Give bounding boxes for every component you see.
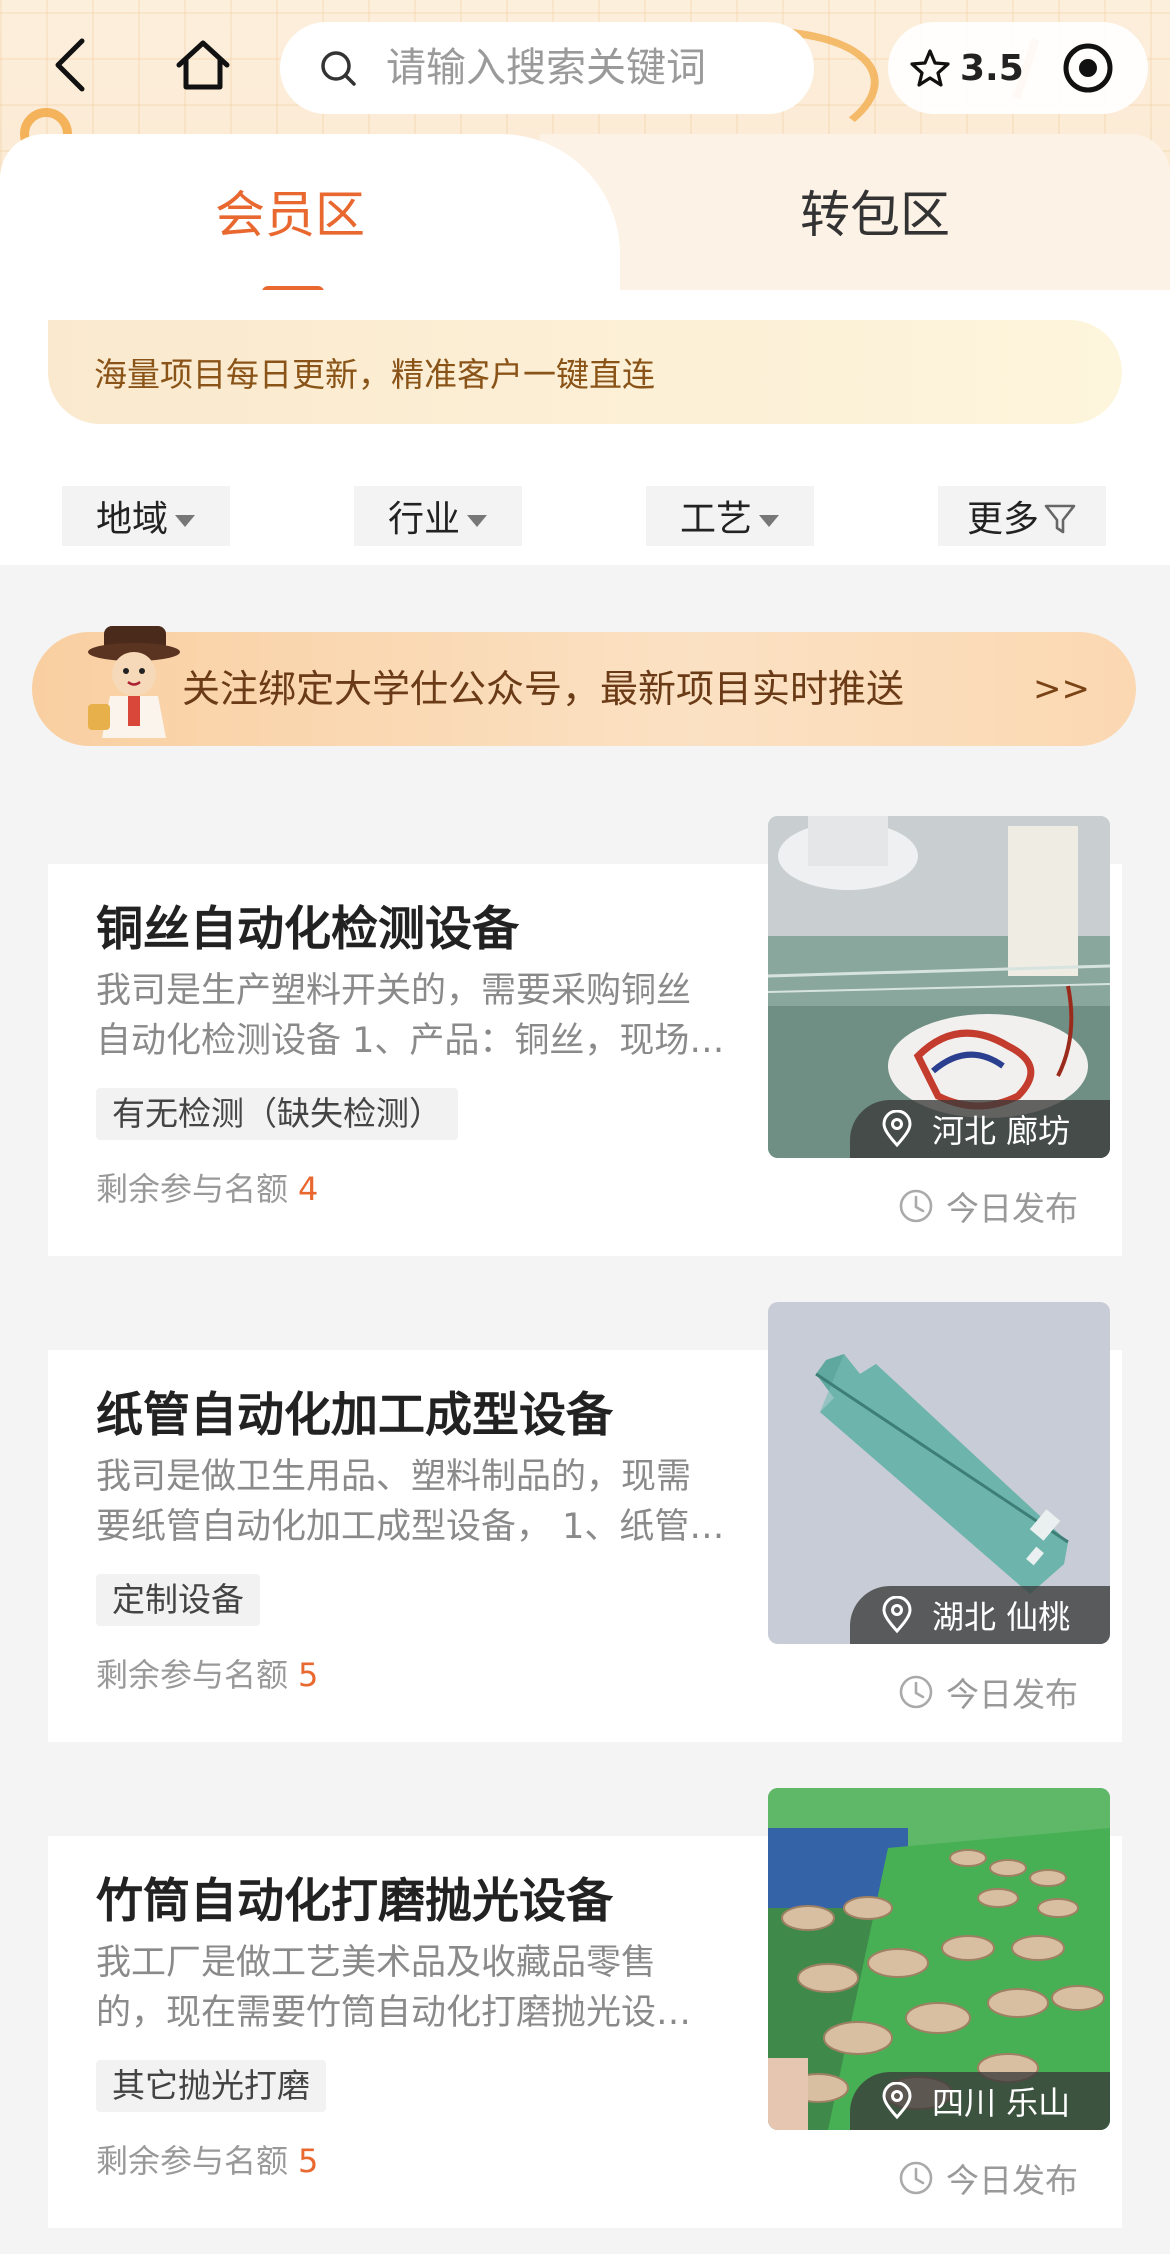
project-card[interactable]: 铜丝自动化检测设备 我司是生产塑料开关的，需要采购铜丝 自动化检测设备 1、产品… bbox=[48, 816, 1122, 1256]
project-card[interactable]: 纸管自动化加工成型设备 我司是做卫生用品、塑料制品的，现需 要纸管自动化加工成型… bbox=[48, 1302, 1122, 1742]
miniapp-capsule: 3.5 bbox=[888, 22, 1148, 114]
follow-official-account-banner[interactable]: 关注绑定大学仕公众号，最新项目实时推送 >> bbox=[32, 626, 1136, 746]
location-text: 湖北 仙桃 bbox=[932, 1598, 1071, 1636]
remaining-quota: 剩余参与名额 4 bbox=[96, 1164, 318, 1210]
location-text: 四川 乐山 bbox=[932, 2084, 1071, 2122]
project-title: 纸管自动化加工成型设备 bbox=[96, 1388, 613, 1443]
quota-number: 4 bbox=[298, 1170, 319, 1208]
filter-industry[interactable]: 行业 bbox=[354, 486, 522, 546]
mascot-icon bbox=[88, 626, 180, 738]
location-pin-icon bbox=[882, 1110, 912, 1148]
tab-member-zone[interactable]: 会员区 bbox=[120, 160, 460, 270]
promo-arrow: >> bbox=[1033, 669, 1090, 709]
project-title: 竹筒自动化打磨抛光设备 bbox=[96, 1874, 613, 1929]
quota-label: 剩余参与名额 bbox=[96, 2142, 289, 2180]
project-description: 我工厂是做工艺美术品及收藏品零售 的，现在需要竹筒自动化打磨抛光设… bbox=[96, 1938, 736, 2038]
project-image[interactable]: 湖北 仙桃 bbox=[768, 1302, 1110, 1644]
project-description: 我司是生产塑料开关的，需要采购铜丝 自动化检测设备 1、产品：铜丝，现场… bbox=[96, 966, 736, 1066]
filter-label: 更多 bbox=[966, 499, 1039, 540]
quota-label: 剩余参与名额 bbox=[96, 1170, 289, 1208]
project-description-line: 我工厂是做工艺美术品及收藏品零售 bbox=[96, 1943, 657, 1983]
publish-label: 今日发布 bbox=[946, 2161, 1078, 2200]
project-description-line: 我司是生产塑料开关的，需要采购铜丝 bbox=[96, 971, 692, 1011]
filter-more[interactable]: 更多 bbox=[938, 486, 1106, 546]
notice-text: 海量项目每日更新，精准客户一键直连 bbox=[94, 355, 655, 394]
publish-time: 今日发布 bbox=[898, 1668, 1078, 1716]
project-description-line: 要纸管自动化加工成型设备， 1、纸管… bbox=[96, 1507, 725, 1547]
location-badge: 四川 乐山 bbox=[850, 2072, 1110, 2130]
filter-label: 行业 bbox=[387, 499, 460, 540]
project-image[interactable]: 四川 乐山 bbox=[768, 1788, 1110, 2130]
location-badge: 湖北 仙桃 bbox=[850, 1586, 1110, 1644]
remaining-quota: 剩余参与名额 5 bbox=[96, 1650, 318, 1696]
star-icon[interactable] bbox=[910, 48, 950, 88]
search-input[interactable] bbox=[386, 45, 746, 91]
location-text: 河北 廊坊 bbox=[932, 1112, 1071, 1150]
filter-region[interactable]: 地域 bbox=[62, 486, 230, 546]
rating-value: 3.5 bbox=[960, 47, 1024, 89]
quota-number: 5 bbox=[298, 2142, 319, 2180]
notice-bar: 海量项目每日更新，精准客户一键直连 bbox=[48, 320, 1122, 424]
publish-time: 今日发布 bbox=[898, 1182, 1078, 1230]
location-badge: 河北 廊坊 bbox=[850, 1100, 1110, 1158]
close-miniapp-icon[interactable] bbox=[1062, 42, 1114, 94]
project-tag: 定制设备 bbox=[96, 1574, 260, 1626]
project-tag: 其它抛光打磨 bbox=[96, 2060, 326, 2112]
filter-process[interactable]: 工艺 bbox=[646, 486, 814, 546]
project-tag: 有无检测（缺失检测） bbox=[96, 1088, 458, 1140]
search-box[interactable] bbox=[280, 22, 814, 114]
clock-icon bbox=[899, 2161, 933, 2195]
filter-bar: 地域 行业 工艺 更多 bbox=[62, 486, 1108, 546]
home-button[interactable] bbox=[168, 30, 238, 100]
project-image[interactable]: 河北 廊坊 bbox=[768, 816, 1110, 1158]
back-button[interactable] bbox=[40, 30, 100, 100]
publish-label: 今日发布 bbox=[946, 1189, 1078, 1228]
chevron-left-icon bbox=[55, 38, 85, 92]
caret-down-icon bbox=[175, 515, 195, 527]
publish-label: 今日发布 bbox=[946, 1675, 1078, 1714]
caret-down-icon bbox=[467, 515, 487, 527]
clock-icon bbox=[899, 1189, 933, 1223]
quota-number: 5 bbox=[298, 1656, 319, 1694]
caret-down-icon bbox=[759, 515, 779, 527]
search-icon bbox=[321, 51, 356, 86]
project-title: 铜丝自动化检测设备 bbox=[96, 902, 519, 957]
location-pin-icon bbox=[882, 1596, 912, 1634]
project-description-line: 我司是做卫生用品、塑料制品的，现需 bbox=[96, 1457, 692, 1497]
remaining-quota: 剩余参与名额 5 bbox=[96, 2136, 318, 2182]
clock-icon bbox=[899, 1675, 933, 1709]
project-description-line: 的，现在需要竹筒自动化打磨抛光设… bbox=[96, 1993, 692, 2033]
promo-text: 关注绑定大学仕公众号，最新项目实时推送 bbox=[182, 667, 905, 711]
filter-label: 地域 bbox=[95, 499, 168, 540]
filter-icon bbox=[1044, 504, 1076, 534]
filter-label: 工艺 bbox=[679, 499, 752, 540]
home-icon bbox=[176, 40, 230, 90]
location-pin-icon bbox=[882, 2082, 912, 2120]
project-description-line: 自动化检测设备 1、产品：铜丝，现场… bbox=[96, 1021, 725, 1061]
project-description: 我司是做卫生用品、塑料制品的，现需 要纸管自动化加工成型设备， 1、纸管… bbox=[96, 1452, 736, 1552]
tab-subcontract-zone[interactable]: 转包区 bbox=[700, 160, 1050, 270]
project-card[interactable]: 竹筒自动化打磨抛光设备 我工厂是做工艺美术品及收藏品零售 的，现在需要竹筒自动化… bbox=[48, 1788, 1122, 2228]
publish-time: 今日发布 bbox=[898, 2154, 1078, 2202]
quota-label: 剩余参与名额 bbox=[96, 1656, 289, 1694]
